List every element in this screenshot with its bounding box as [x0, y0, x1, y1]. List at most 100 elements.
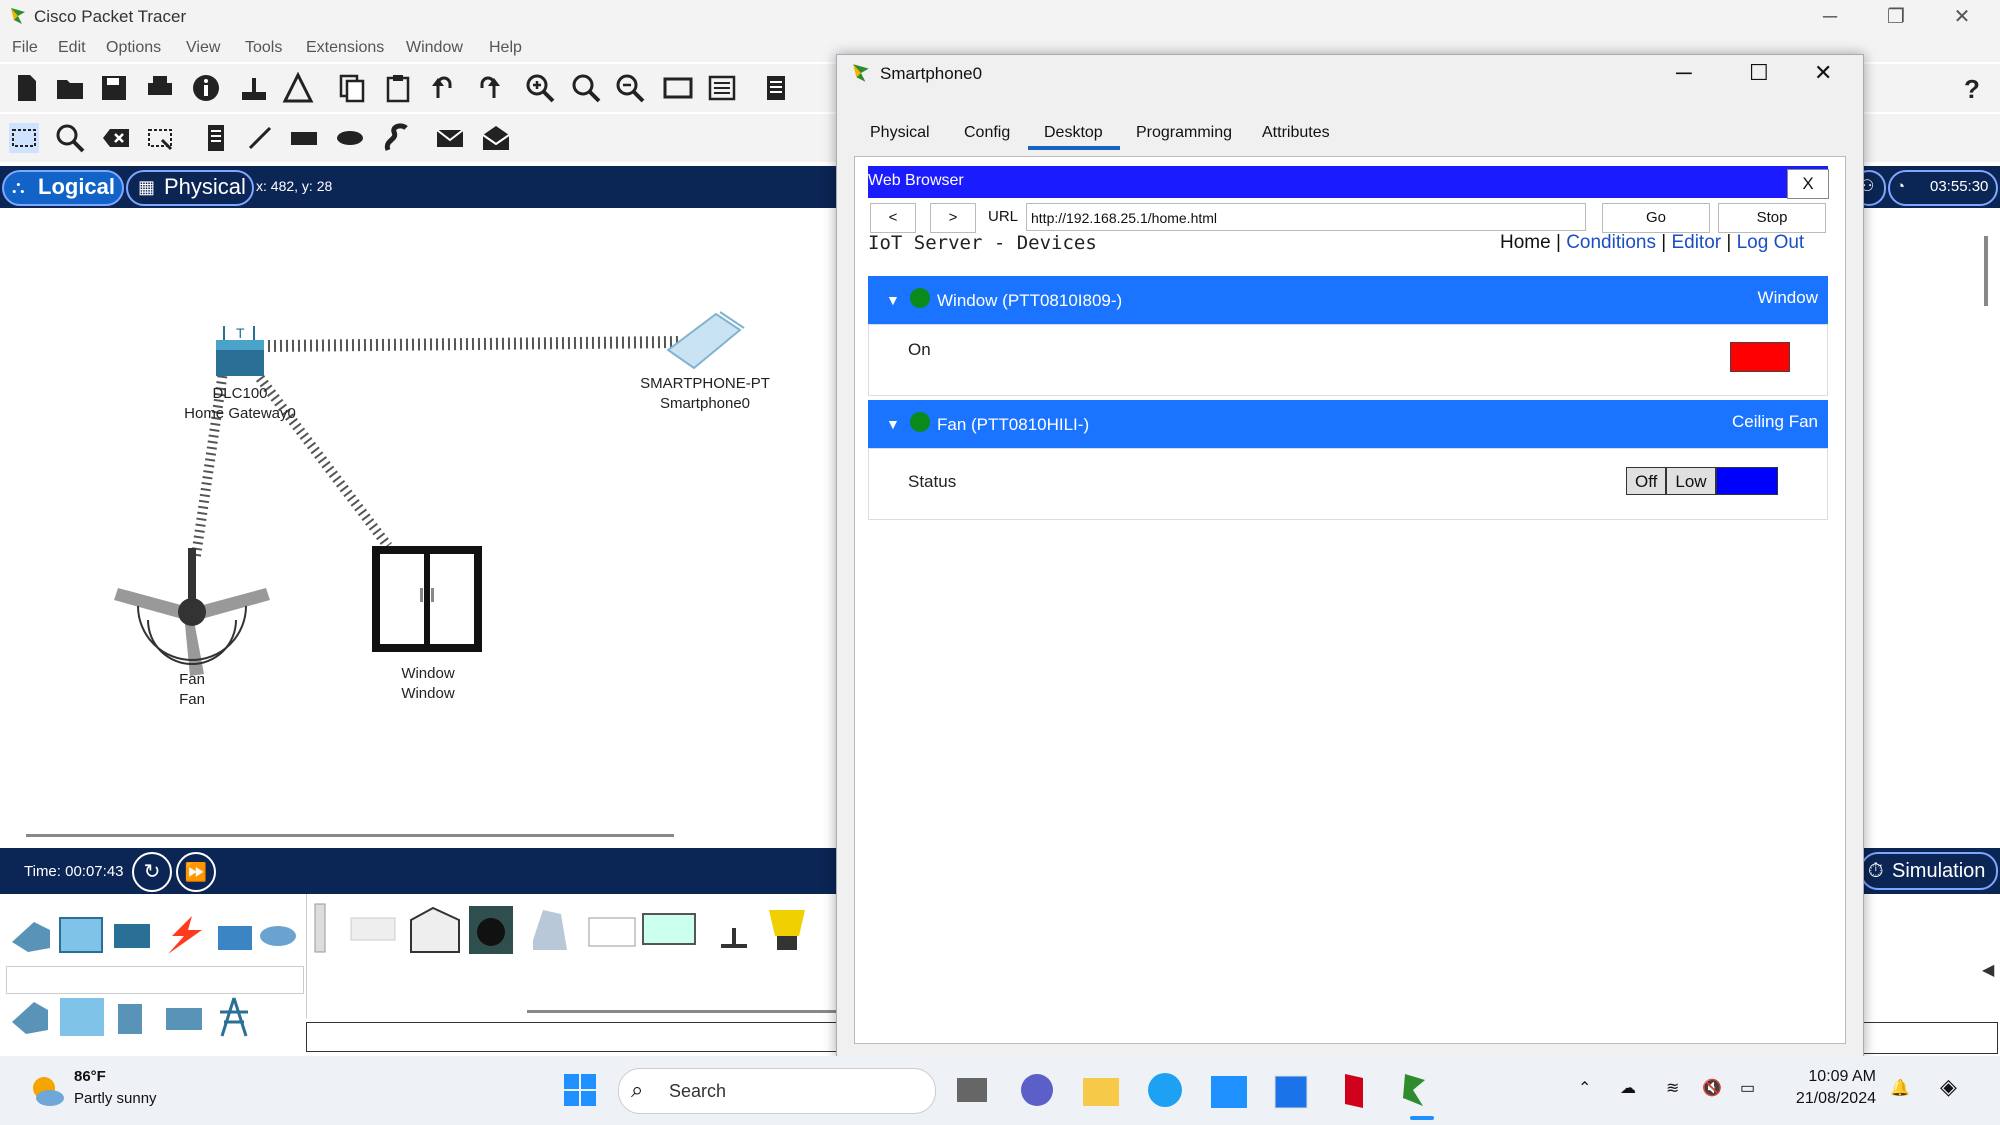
- forward-button[interactable]: >: [930, 203, 976, 233]
- expand-triangle-icon[interactable]: ▼: [886, 292, 900, 308]
- info-icon[interactable]: [190, 72, 222, 104]
- smartphone-icon[interactable]: [660, 306, 748, 378]
- topology-links: [191, 336, 681, 557]
- activity-wizard-icon[interactable]: [282, 72, 314, 104]
- wifi-icon[interactable]: ≋: [1666, 1078, 1679, 1098]
- draw-rectangle-icon[interactable]: [288, 122, 320, 154]
- zoom-reset-icon[interactable]: [570, 72, 602, 104]
- menu-tools[interactable]: Tools: [245, 39, 282, 57]
- collapse-arrow-icon[interactable]: ◀: [1982, 960, 1994, 980]
- vertical-scrollbar[interactable]: [1984, 236, 1988, 306]
- redo-icon[interactable]: [472, 72, 504, 104]
- menu-file[interactable]: File: [12, 39, 38, 57]
- menu-help[interactable]: Help: [489, 39, 522, 57]
- wireless-link-smartphone: [267, 336, 681, 352]
- undo-icon[interactable]: [428, 72, 460, 104]
- iot-device-icons[interactable]: [311, 900, 841, 960]
- logical-workspace[interactable]: T DLC100 Home Gateway0 SMARTPHONE-PT Sma…: [0, 208, 838, 848]
- paste-icon[interactable]: [382, 72, 414, 104]
- menu-extensions[interactable]: Extensions: [306, 39, 384, 57]
- device-subcategory-icons[interactable]: [8, 994, 258, 1038]
- taskbar-search-box[interactable]: ⌕ Search: [618, 1068, 936, 1114]
- zoom-out-icon[interactable]: [614, 72, 646, 104]
- pdu-panel: [1860, 1022, 1998, 1054]
- logout-link[interactable]: Log Out: [1737, 232, 1805, 253]
- dialog-maximize-icon[interactable]: ☐: [1749, 60, 1769, 86]
- menu-options[interactable]: Options: [106, 39, 161, 57]
- select-icon[interactable]: [8, 122, 40, 154]
- web-browser-close-button[interactable]: X: [1787, 169, 1829, 199]
- fan-off-option[interactable]: Off: [1626, 467, 1667, 495]
- new-file-icon[interactable]: [10, 72, 42, 104]
- drawing-palette-icon[interactable]: [662, 72, 694, 104]
- home-gateway-icon[interactable]: T: [210, 318, 270, 378]
- go-button[interactable]: Go: [1602, 203, 1710, 233]
- print-icon[interactable]: [144, 72, 176, 104]
- copilot-icon[interactable]: ◈: [1940, 1074, 1957, 1100]
- stop-button[interactable]: Stop: [1718, 203, 1826, 233]
- speaker-muted-icon[interactable]: 🔇: [1702, 1078, 1722, 1098]
- fan-low-option[interactable]: Low: [1666, 467, 1716, 495]
- inspect-icon[interactable]: [54, 122, 86, 154]
- horizontal-scrollbar[interactable]: [26, 834, 674, 837]
- pdu-list-icon[interactable]: [760, 72, 792, 104]
- tab-desktop[interactable]: Desktop: [1044, 124, 1103, 142]
- close-icon[interactable]: ✕: [1942, 4, 1982, 30]
- tab-programming[interactable]: Programming: [1136, 124, 1232, 142]
- draw-line-icon[interactable]: [244, 122, 276, 154]
- window-on-toggle[interactable]: [1730, 342, 1790, 372]
- onedrive-icon[interactable]: ☁: [1620, 1078, 1636, 1098]
- device-list-scrollbar[interactable]: [527, 1010, 837, 1013]
- save-icon[interactable]: [98, 72, 130, 104]
- menu-edit[interactable]: Edit: [58, 39, 86, 57]
- ceiling-fan-icon[interactable]: [108, 548, 276, 678]
- realtime-clock-button[interactable]: ◔ 03:55:30: [1888, 170, 1998, 206]
- iot-device-window-header[interactable]: ▼ Window (PTT0810I809-) Window: [868, 276, 1828, 324]
- place-note-icon[interactable]: [200, 122, 232, 154]
- simulation-mode-button[interactable]: ⏱ Simulation: [1860, 852, 1998, 890]
- logical-view-button[interactable]: ⛬ Logical: [2, 170, 124, 206]
- tab-physical[interactable]: Physical: [870, 124, 930, 142]
- delete-icon[interactable]: [100, 122, 132, 154]
- reset-time-icon[interactable]: ↻: [132, 852, 172, 892]
- minimize-icon[interactable]: ─: [1810, 4, 1850, 30]
- menu-view[interactable]: View: [186, 39, 220, 57]
- conditions-link[interactable]: Conditions: [1566, 232, 1656, 253]
- expand-triangle-icon[interactable]: ▼: [886, 416, 900, 432]
- tab-attributes[interactable]: Attributes: [1262, 124, 1330, 142]
- help-icon[interactable]: ?: [1956, 72, 1988, 104]
- add-simple-pdu-icon[interactable]: [434, 122, 466, 154]
- dialog-close-icon[interactable]: ✕: [1814, 60, 1832, 86]
- network-info-icon[interactable]: [238, 72, 270, 104]
- zoom-in-icon[interactable]: [524, 72, 556, 104]
- copy-icon[interactable]: [336, 72, 368, 104]
- fast-forward-icon[interactable]: ⏩: [176, 852, 216, 892]
- pinned-app-icons[interactable]: [955, 1070, 1595, 1112]
- weather-partly-sunny-icon[interactable]: [28, 1072, 66, 1110]
- back-button[interactable]: <: [870, 203, 916, 233]
- battery-icon[interactable]: ▭: [1740, 1078, 1755, 1098]
- custom-device-icon[interactable]: [706, 72, 738, 104]
- device-search-box[interactable]: [6, 966, 304, 994]
- draw-ellipse-icon[interactable]: [334, 122, 366, 154]
- menu-window[interactable]: Window: [406, 39, 463, 57]
- dialog-minimize-icon[interactable]: ─: [1676, 60, 1692, 86]
- open-folder-icon[interactable]: [54, 72, 86, 104]
- home-link[interactable]: Home: [1500, 232, 1551, 253]
- resize-shape-icon[interactable]: [144, 122, 176, 154]
- notification-bell-icon[interactable]: 🔔: [1890, 1078, 1910, 1098]
- device-category-icons[interactable]: [8, 912, 298, 956]
- editor-link[interactable]: Editor: [1671, 232, 1721, 253]
- window-icon[interactable]: [370, 544, 484, 654]
- add-complex-pdu-icon[interactable]: [480, 122, 512, 154]
- fan-high-option[interactable]: [1715, 467, 1778, 495]
- windows-start-icon[interactable]: [562, 1072, 598, 1108]
- tray-expand-icon[interactable]: ⌃: [1578, 1078, 1591, 1098]
- restore-icon[interactable]: ❐: [1876, 4, 1916, 30]
- physical-view-button[interactable]: ▦ Physical: [126, 170, 254, 206]
- tab-config[interactable]: Config: [964, 124, 1010, 142]
- iot-device-fan-header[interactable]: ▼ Fan (PTT0810HILI-) Ceiling Fan: [868, 400, 1828, 448]
- freeform-icon[interactable]: [380, 122, 412, 154]
- url-input[interactable]: http://192.168.25.1/home.html: [1026, 203, 1586, 231]
- clock-icon: ◔: [1896, 178, 1906, 195]
